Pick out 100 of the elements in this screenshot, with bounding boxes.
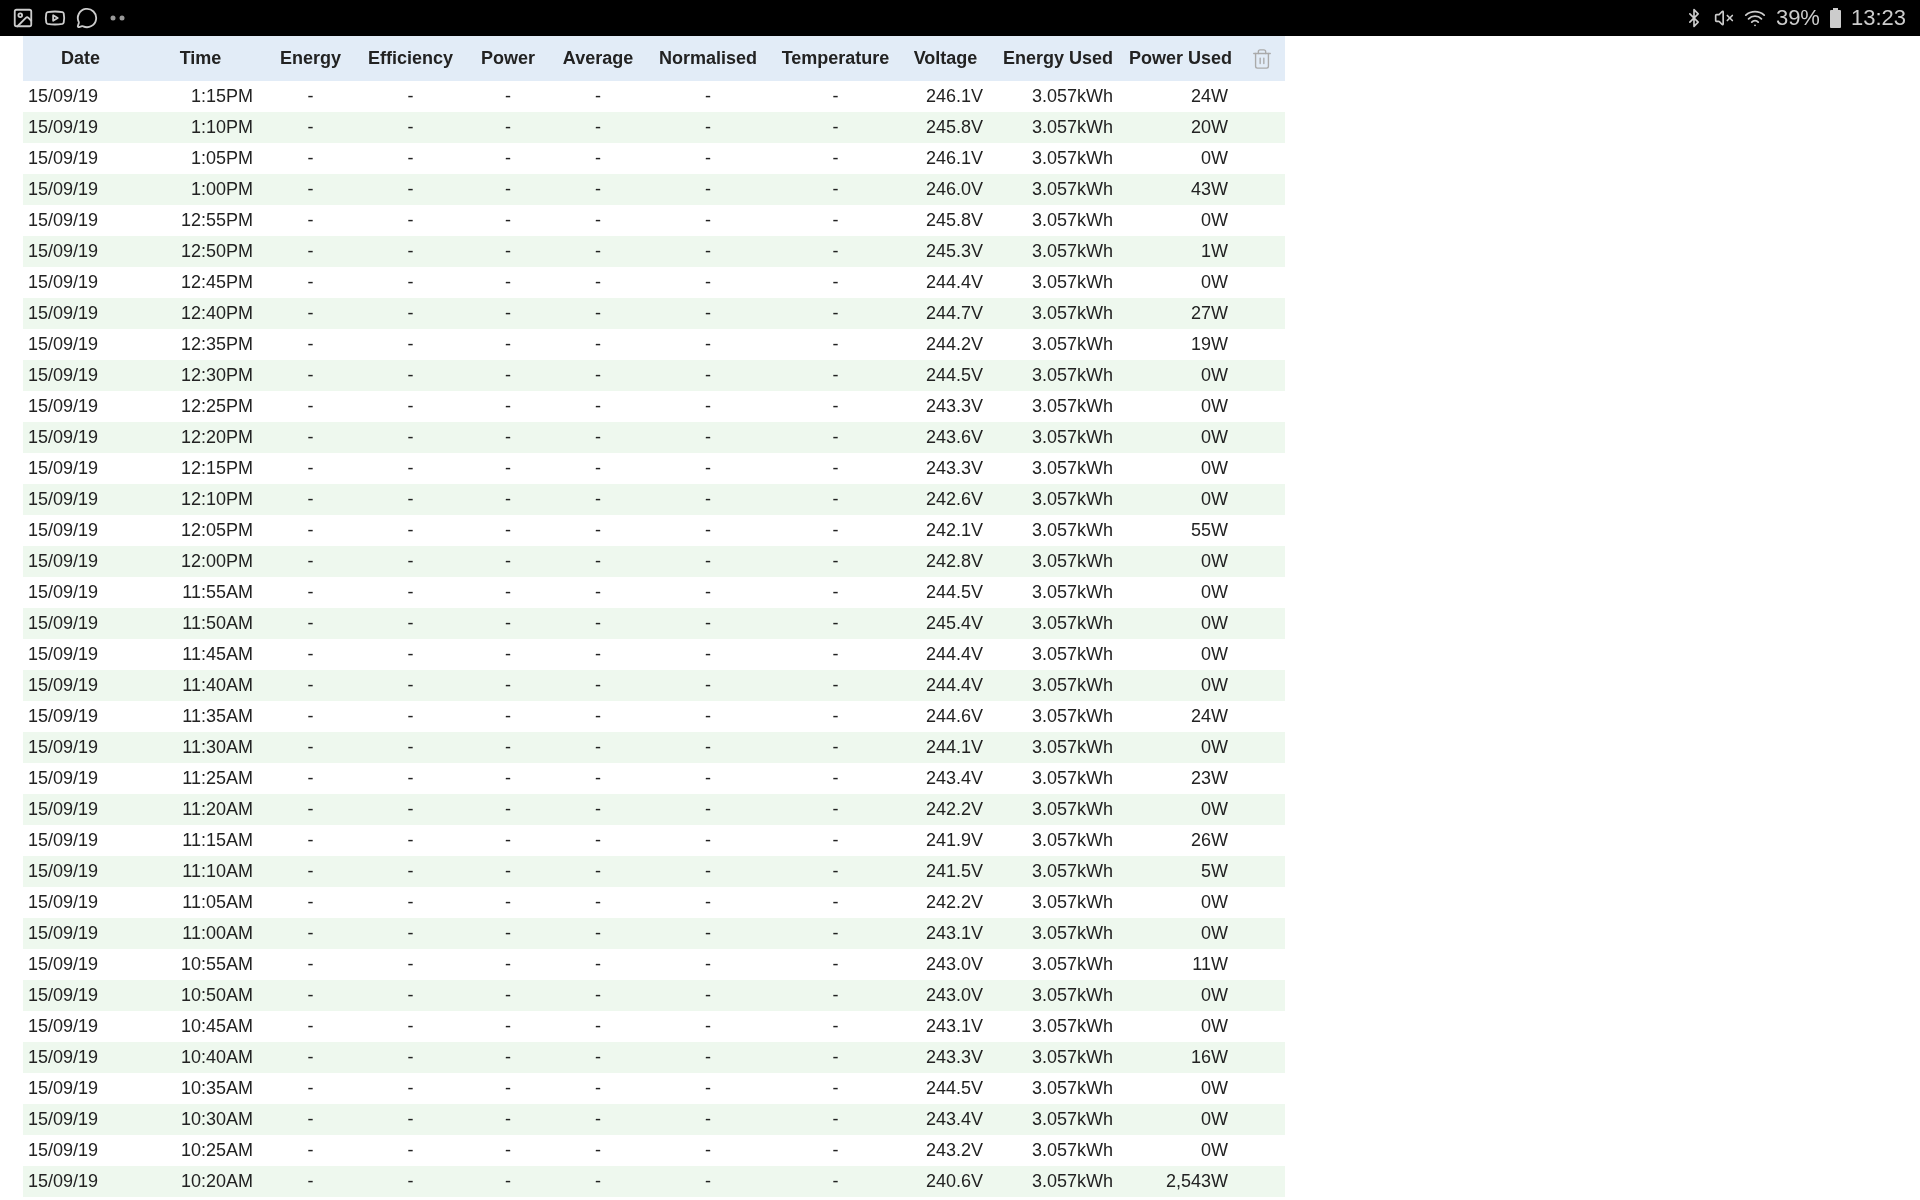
gallery-icon xyxy=(12,7,34,29)
table-cell-text: - xyxy=(831,892,840,913)
table-cell-text: - xyxy=(406,644,415,665)
table-cell-text: - xyxy=(406,706,415,727)
table-cell-text: - xyxy=(594,148,602,169)
table-cell-text: - xyxy=(306,1047,315,1068)
table-cell-text: 244.6V xyxy=(924,706,984,727)
table-cell-text: 3.057kWh xyxy=(1030,1171,1114,1192)
table-cell-text: - xyxy=(306,706,315,727)
table-cell-text: - xyxy=(704,1109,712,1130)
table-cell-text: 15/09/19 xyxy=(27,179,100,200)
table-cell-text: - xyxy=(594,1078,602,1099)
table-cell-text: 3.057kWh xyxy=(1030,675,1114,696)
table-cell-text: - xyxy=(831,768,840,789)
table-cell-text: - xyxy=(504,706,512,727)
table-cell-text: 3.057kWh xyxy=(1030,241,1114,262)
table-cell-text: - xyxy=(831,799,840,820)
table-cell-text: 3.057kWh xyxy=(1030,861,1114,882)
table-cell-text: 242.8V xyxy=(924,551,984,572)
table-cell-text: - xyxy=(704,861,712,882)
table-cell-text: 245.8V xyxy=(924,117,984,138)
table-cell-text: 15/09/19 xyxy=(27,954,100,975)
table-cell-text: - xyxy=(306,396,315,417)
table-cell-text: - xyxy=(704,1047,712,1068)
table-cell-text: - xyxy=(504,1171,512,1192)
table-cell-text: 15/09/19 xyxy=(27,334,100,355)
table-cell-text: 15/09/19 xyxy=(27,737,100,758)
table-cell-text: 15/09/19 xyxy=(27,458,100,479)
table-cell-text: 244.4V xyxy=(924,644,984,665)
table-cell-text: - xyxy=(306,582,315,603)
table-cell-text: - xyxy=(406,985,415,1006)
table-cell-text: - xyxy=(831,706,840,727)
table-cell-text: 15/09/19 xyxy=(27,365,100,386)
table-cell-text: 15/09/19 xyxy=(27,427,100,448)
table-cell-text: 3.057kWh xyxy=(1030,303,1114,324)
table-cell-text: 1:10PM xyxy=(189,117,254,138)
table-cell-text: 11:20AM xyxy=(181,799,254,820)
table-cell-text: - xyxy=(831,861,840,882)
table-cell-text: - xyxy=(306,241,315,262)
table-cell-text: 15/09/19 xyxy=(27,1109,100,1130)
table-cell-text: - xyxy=(704,272,712,293)
table-cell-text: - xyxy=(704,148,712,169)
table-cell-text: 3.057kWh xyxy=(1030,644,1114,665)
table-cell-text: 1:05PM xyxy=(189,148,254,169)
table-cell-text: 244.1V xyxy=(924,737,984,758)
table-cell-text: - xyxy=(504,210,512,231)
table-cell-text: 244.4V xyxy=(924,675,984,696)
table-cell-text: 15/09/19 xyxy=(27,706,100,727)
table-cell-text: - xyxy=(594,706,602,727)
table-cell-text: - xyxy=(831,830,840,851)
table-cell-text: - xyxy=(831,644,840,665)
table-cell-text: 24W xyxy=(1190,706,1229,727)
table-cell-text: 3.057kWh xyxy=(1030,892,1114,913)
table-cell-text: - xyxy=(406,334,415,355)
table-cell-text: 24W xyxy=(1190,86,1229,107)
table-cell-text: - xyxy=(306,985,315,1006)
table-cell-text: - xyxy=(594,334,602,355)
table-cell-text: 12:25PM xyxy=(179,396,254,417)
table-cell-text: 19W xyxy=(1190,334,1229,355)
delete-button[interactable] xyxy=(1250,47,1273,70)
table-cell-text: 15/09/19 xyxy=(27,1016,100,1037)
table-cell-text: 12:00PM xyxy=(179,551,254,572)
table-cell-text: - xyxy=(306,210,315,231)
battery-icon xyxy=(1829,8,1841,28)
table-cell-text: 12:55PM xyxy=(179,210,254,231)
table-cell-text: - xyxy=(704,706,712,727)
table-cell-text: 11:25AM xyxy=(181,768,254,789)
table-cell-text: 0W xyxy=(1200,458,1229,479)
table-cell-text: - xyxy=(704,1078,712,1099)
table-cell-text: - xyxy=(594,923,602,944)
table-cell-text: - xyxy=(594,520,602,541)
table-cell-text: 0W xyxy=(1200,613,1229,634)
table-cell-text: - xyxy=(831,1016,840,1037)
table-cell-text: 15/09/19 xyxy=(27,86,100,107)
table-cell-text: - xyxy=(504,1047,512,1068)
table-cell-text: - xyxy=(704,117,712,138)
table-cell-text: 0W xyxy=(1200,272,1229,293)
table-cell-text: - xyxy=(594,582,602,603)
table-cell-text: 3.057kWh xyxy=(1030,86,1114,107)
table-cell-text: - xyxy=(831,458,840,479)
table-cell-text: 0W xyxy=(1200,1109,1229,1130)
table-cell-text: - xyxy=(594,861,602,882)
table-cell-text: 15/09/19 xyxy=(27,1140,100,1161)
table-cell-text: 246.1V xyxy=(924,148,984,169)
table-cell-text: - xyxy=(306,86,315,107)
table-cell-text: 0W xyxy=(1200,985,1229,1006)
table-cell-text: - xyxy=(831,551,840,572)
table-cell-text: 0W xyxy=(1200,551,1229,572)
table-cell-text: - xyxy=(831,737,840,758)
table-cell-text: - xyxy=(504,489,512,510)
table-cell-text: 16W xyxy=(1190,1047,1229,1068)
table-cell-text: 3.057kWh xyxy=(1030,396,1114,417)
table-cell-text: - xyxy=(306,365,315,386)
table-cell-text: - xyxy=(406,86,415,107)
table-cell-text: - xyxy=(504,520,512,541)
table-cell-text: - xyxy=(406,1140,415,1161)
table-cell-text: - xyxy=(831,675,840,696)
table-cell-text: - xyxy=(306,272,315,293)
table-cell-text: 241.9V xyxy=(924,830,984,851)
table-cell-text: 3.057kWh xyxy=(1030,520,1114,541)
